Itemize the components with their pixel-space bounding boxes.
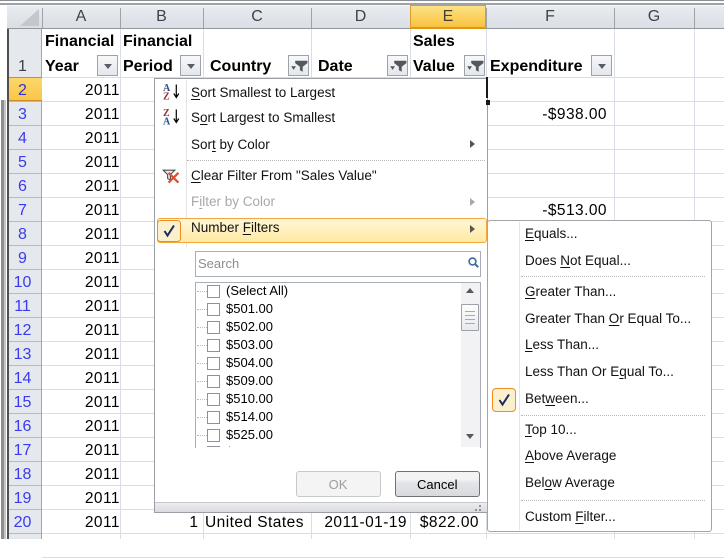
svg-text:Z: Z [163, 91, 170, 100]
svg-text:A: A [163, 116, 171, 125]
